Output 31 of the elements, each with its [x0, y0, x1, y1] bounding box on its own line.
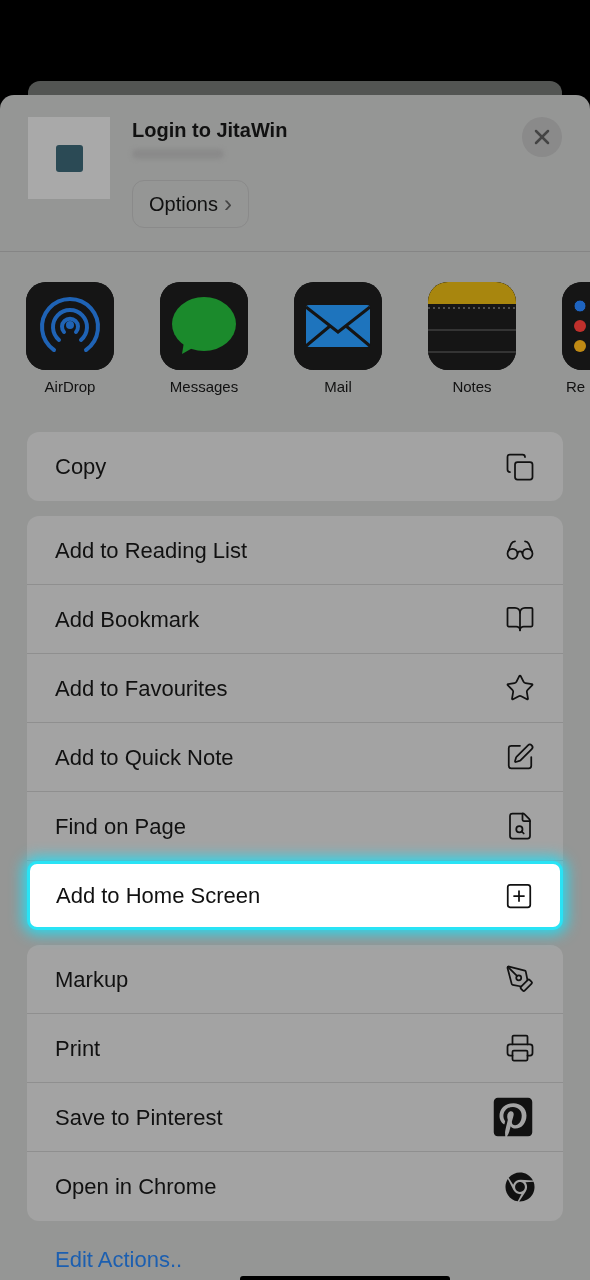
airdrop-icon[interactable]	[26, 282, 114, 370]
printer-icon	[505, 1033, 535, 1063]
app-label: Messages	[169, 377, 239, 397]
app-label: Re	[566, 377, 586, 397]
pen-icon	[505, 964, 535, 994]
app-label: Notes	[452, 377, 492, 397]
notes-icon[interactable]	[428, 282, 516, 370]
action-row[interactable]: Add to Quick Note	[27, 723, 563, 792]
close-button[interactable]	[522, 117, 562, 157]
action-row[interactable]: Markup	[27, 945, 563, 1014]
action-row[interactable]: Add to Reading List	[27, 516, 563, 585]
photo-placeholder	[55, 144, 83, 172]
action-row[interactable]: Print	[27, 1014, 563, 1083]
pinterest-icon	[491, 1095, 535, 1139]
messages-icon[interactable]	[160, 282, 248, 370]
chrome-icon	[505, 1171, 535, 1202]
action-row[interactable]: Copy	[27, 432, 563, 501]
action-row[interactable]: Add to Favourites	[27, 654, 563, 723]
star-icon	[505, 673, 535, 703]
app-label: Mail	[324, 377, 352, 397]
action-row[interactable]: Save to Pinterest	[27, 1083, 563, 1152]
options-button[interactable]: Options ›	[132, 180, 249, 228]
mail-icon[interactable]	[294, 282, 382, 370]
note-icon	[505, 742, 535, 772]
action-row[interactable]: Add to Home Screen	[27, 861, 563, 930]
page-title: Login to JitaWin	[132, 118, 289, 143]
book-icon	[505, 604, 535, 634]
copy-icon	[505, 451, 535, 482]
action-row[interactable]: Add Bookmark	[27, 585, 563, 654]
action-row[interactable]: Open in Chrome	[27, 1152, 563, 1221]
app-label: AirDrop	[44, 377, 96, 397]
